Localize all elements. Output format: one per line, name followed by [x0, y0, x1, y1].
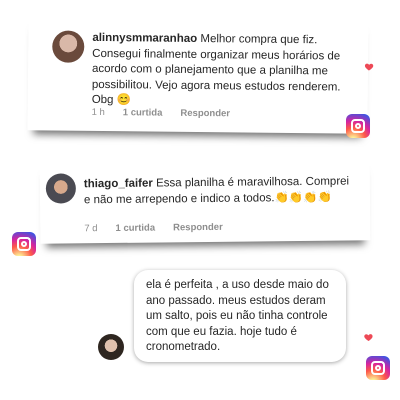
comment-username[interactable]: thiago_faifer	[84, 178, 153, 191]
instagram-icon	[346, 114, 370, 138]
instagram-icon	[12, 232, 36, 256]
message-text: ela é perfeita , a uso desde maio do ano…	[146, 279, 329, 353]
reply-button[interactable]: Responder	[173, 222, 223, 234]
comment-card-1: alinnysmmaranhao Melhor compra que fiz. …	[27, 14, 374, 134]
heart-icon[interactable]	[364, 62, 374, 72]
comment-meta: 7 d 1 curtida Responder	[84, 222, 223, 234]
comment-time: 1 h	[91, 106, 105, 119]
comment-card-2: thiago_faifer Essa planilha é maravilhos…	[39, 156, 373, 342]
likes-count[interactable]: 1 curtida	[123, 107, 163, 118]
comment-meta: 1 h 1 curtida Responder	[92, 107, 231, 119]
comment-body: alinnysmmaranhao Melhor compra que fiz. …	[92, 31, 357, 111]
comment-body: thiago_faifer Essa planilha é maravilhos…	[84, 174, 354, 208]
comment-time: 7 d	[84, 223, 98, 235]
message-bubble: ela é perfeita , a uso desde maio do ano…	[134, 270, 346, 362]
heart-icon[interactable]	[363, 332, 373, 342]
comment-username[interactable]: alinnysmmaranhao	[92, 32, 197, 45]
likes-count[interactable]: 1 curtida	[115, 223, 155, 234]
avatar[interactable]	[98, 334, 124, 360]
avatar[interactable]	[45, 173, 77, 204]
instagram-icon	[366, 356, 390, 380]
avatar[interactable]	[52, 30, 85, 63]
reply-button[interactable]: Responder	[180, 108, 230, 120]
